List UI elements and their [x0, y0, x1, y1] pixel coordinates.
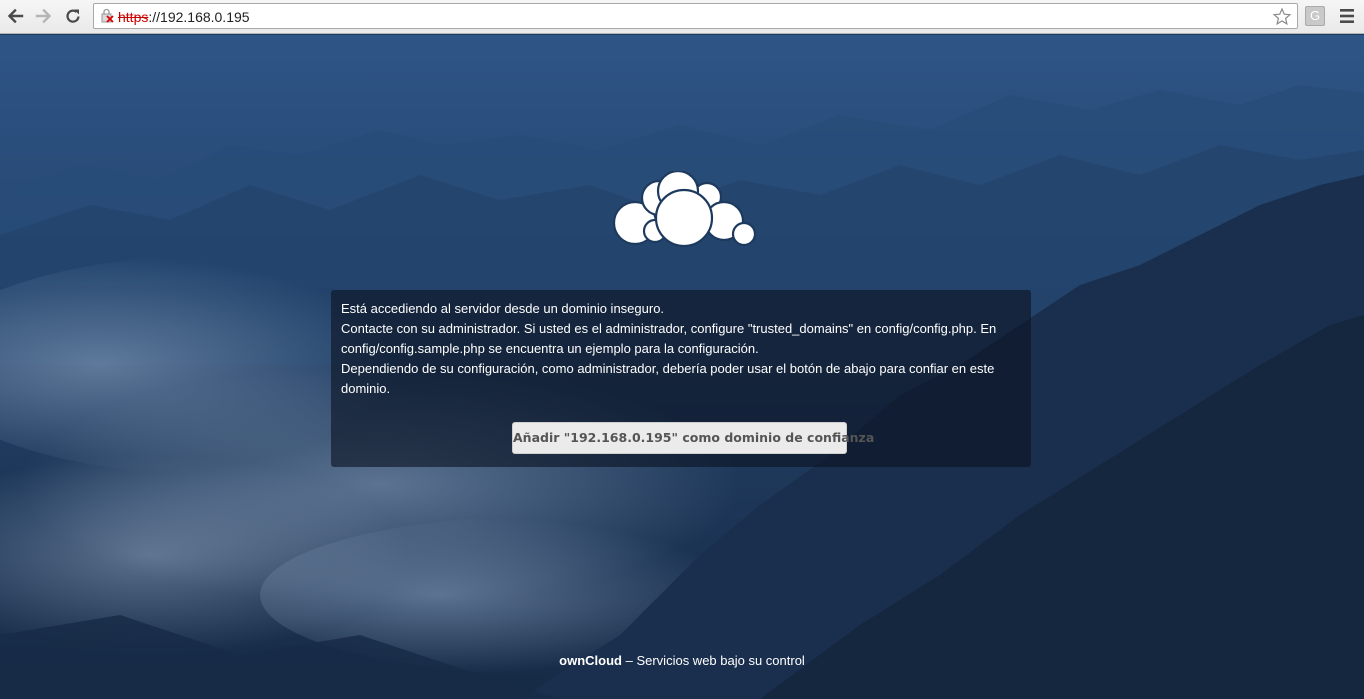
owncloud-logo-icon — [612, 171, 756, 248]
address-bar[interactable]: https://192.168.0.195 — [93, 3, 1298, 29]
warning-line-1: Está accediendo al servidor desde un dom… — [341, 301, 665, 316]
add-trusted-domain-button[interactable]: Añadir "192.168.0.195" como dominio de c… — [512, 422, 874, 454]
back-button[interactable] — [4, 5, 26, 27]
reload-button[interactable] — [62, 5, 84, 27]
footer-brand-link[interactable]: ownCloud — [559, 653, 622, 668]
browser-toolbar: https://192.168.0.195 G — [0, 0, 1364, 34]
untrusted-domain-warning: Está accediendo al servidor desde un dom… — [331, 290, 1031, 467]
reload-icon — [66, 9, 80, 23]
bookmark-star-icon[interactable] — [1272, 7, 1292, 27]
url-scheme: https — [118, 9, 149, 25]
warning-line-2: Contacte con su administrador. Si usted … — [341, 321, 997, 356]
back-arrow-icon — [7, 8, 24, 24]
warning-line-3: Dependiendo de su configuración, como ad… — [341, 361, 995, 396]
forward-button[interactable] — [33, 5, 55, 27]
url-host: ://192.168.0.195 — [148, 9, 250, 25]
menu-icon[interactable] — [1337, 7, 1357, 25]
forward-arrow-icon — [35, 8, 52, 24]
footer-tagline: – Servicios web bajo su control — [622, 653, 805, 668]
footer: ownCloud – Servicios web bajo su control — [0, 651, 1364, 671]
url-text: https://192.168.0.195 — [118, 8, 250, 26]
insecure-lock-icon — [101, 8, 114, 23]
page-content: Está accediendo al servidor desde un dom… — [0, 35, 1364, 699]
extension-button[interactable]: G — [1305, 6, 1325, 26]
